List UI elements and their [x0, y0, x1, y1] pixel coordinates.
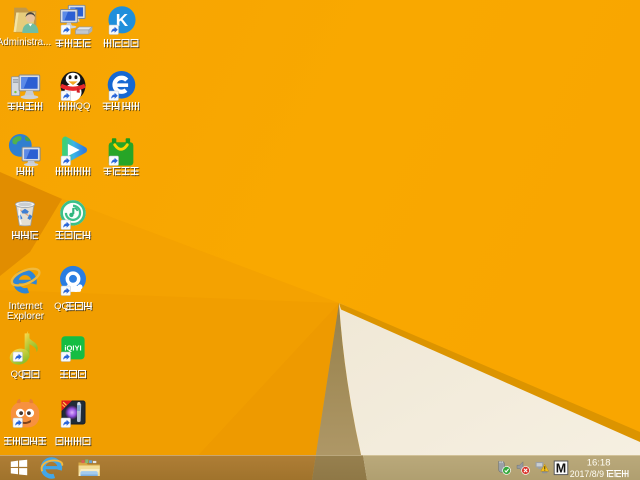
- svg-text:16:18: 16:18: [587, 458, 611, 469]
- svg-text:Administra...: Administra...: [0, 37, 51, 48]
- svg-text:QQ: QQ: [76, 101, 91, 112]
- svg-text:Explorer: Explorer: [7, 311, 45, 322]
- svg-text:2017/8/9: 2017/8/9: [570, 469, 604, 479]
- svg-text:iQIYI: iQIYI: [64, 344, 81, 353]
- svg-text:M: M: [556, 461, 566, 475]
